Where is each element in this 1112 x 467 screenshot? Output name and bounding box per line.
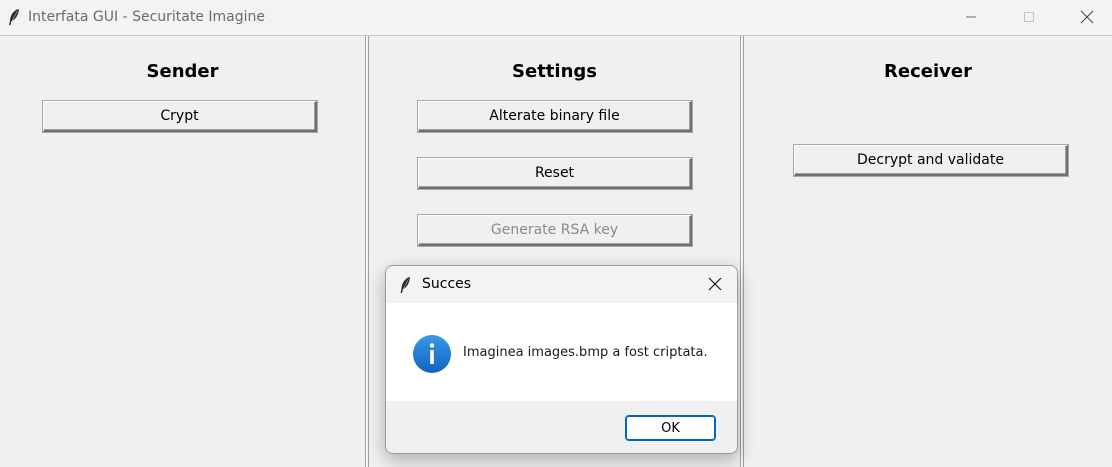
window-title: Interfata GUI - Securitate Imagine (28, 9, 266, 25)
success-dialog: Succes Imaginea images.bmp a fost cripta… (385, 265, 738, 454)
close-icon (1080, 10, 1094, 24)
dialog-title: Succes (422, 276, 472, 292)
feather-icon (398, 276, 412, 294)
crypt-button[interactable]: Crypt (43, 101, 317, 132)
dialog-body: Imaginea images.bmp a fost criptata. (386, 303, 737, 401)
sender-title: Sender (146, 61, 219, 82)
dialog-message: Imaginea images.bmp a fost criptata. (463, 345, 708, 360)
settings-title: Settings (512, 61, 597, 82)
title-bar: Interfata GUI - Securitate Imagine (0, 0, 1112, 35)
generate-rsa-key-button[interactable]: Generate RSA key (418, 215, 692, 246)
close-button[interactable] (1064, 0, 1110, 33)
divider (741, 36, 742, 467)
feather-icon (6, 8, 22, 26)
minimize-icon (965, 11, 977, 23)
maximize-button[interactable] (1006, 0, 1052, 33)
receiver-title: Receiver (884, 61, 972, 82)
sender-panel: Sender Crypt (0, 36, 366, 467)
maximize-icon (1023, 11, 1035, 23)
info-icon (412, 334, 452, 374)
dialog-close-button[interactable] (700, 273, 730, 297)
dialog-title-bar: Succes (386, 266, 737, 303)
dialog-footer: OK (386, 401, 737, 453)
alterate-binary-file-button[interactable]: Alterate binary file (418, 101, 692, 132)
minimize-button[interactable] (948, 0, 994, 33)
ok-button[interactable]: OK (625, 415, 716, 441)
decrypt-and-validate-button[interactable]: Decrypt and validate (794, 145, 1068, 176)
reset-button[interactable]: Reset (418, 158, 692, 189)
receiver-panel: Receiver Decrypt and validate (743, 36, 1112, 467)
close-icon (708, 276, 722, 295)
divider (366, 36, 367, 467)
main-window: Interfata GUI - Securitate Imagine Sende… (0, 0, 1112, 467)
